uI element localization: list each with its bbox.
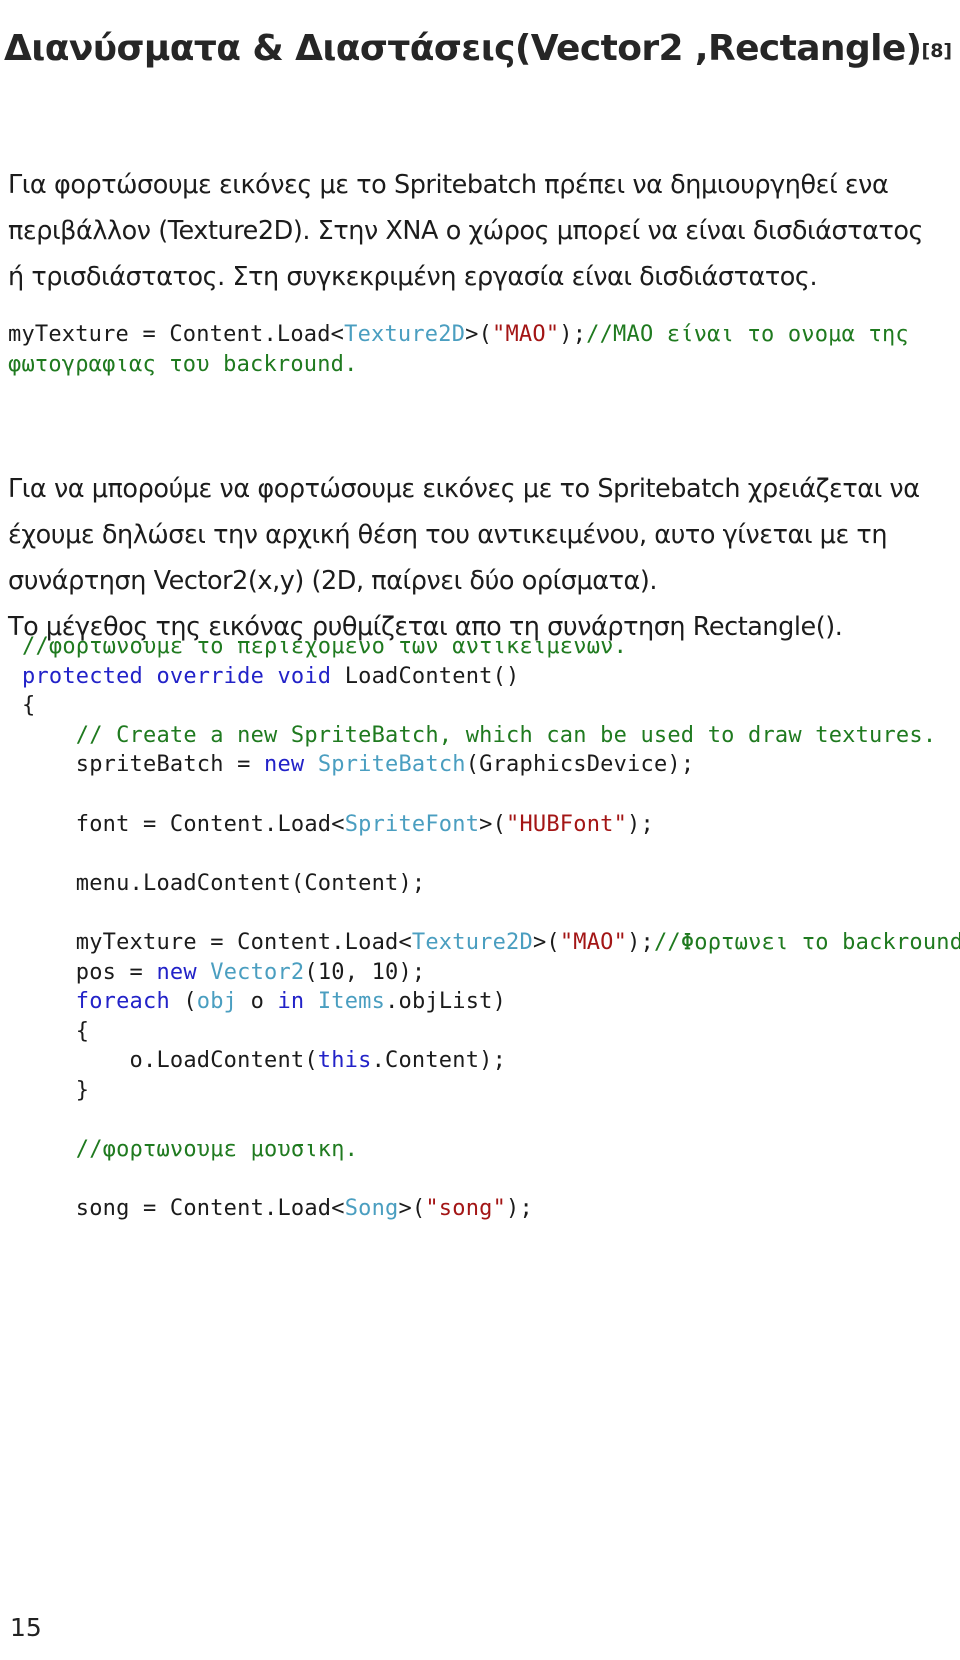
code-token-string: "MAO" — [492, 322, 560, 347]
code-token-plain: myTexture = Content.Load< — [8, 322, 345, 347]
paragraph-vector2: Για να μπορούμε να φορτώσουμε εικόνες με… — [8, 473, 920, 596]
code-line: { — [22, 691, 958, 721]
code-token-type: Texture2D — [411, 929, 533, 955]
code-token-plain: song = Content.Load< — [22, 1196, 345, 1222]
code-block-loadcontent: //φορτωνουμε το περιεχομενο των αντικειμ… — [22, 632, 960, 1224]
code-token-plain: ); — [627, 929, 654, 955]
page-number: 15 — [10, 1613, 42, 1642]
code-token-plain: myTexture = Content.Load< — [22, 929, 412, 955]
code-line: pos = new Vector2(10, 10); — [22, 958, 958, 988]
code-line: spriteBatch = new SpriteBatch(GraphicsDe… — [22, 750, 958, 780]
code-line: } — [22, 1076, 958, 1106]
code-token-keyword: protected override void — [22, 663, 332, 689]
code-token-type: Items — [317, 989, 386, 1015]
code-token-type: Song — [344, 1196, 399, 1222]
code-token-keyword: new — [156, 959, 197, 985]
code-token-plain: ); — [559, 322, 587, 347]
code-token-comment: //φορτωνουμε το περιεχομενο των αντικειμ… — [22, 634, 628, 659]
code-token-string: "song" — [425, 1196, 507, 1222]
code-token-comment: //Φορτωνει το backround. — [653, 929, 960, 955]
code-token-keyword: in — [277, 989, 305, 1015]
code-token-type: Texture2D — [344, 322, 466, 347]
code-token-type: SpriteBatch — [317, 752, 466, 778]
code-token-plain: .objList) — [385, 989, 507, 1015]
code-line: song = Content.Load<Song>("song"); — [22, 1194, 958, 1224]
code-token-plain: ); — [506, 1196, 533, 1222]
code-token-plain: o — [237, 989, 278, 1015]
code-token-plain: .Content); — [371, 1048, 507, 1074]
code-token-comment: //φορτωνουμε μουσικη. — [22, 1137, 359, 1163]
code-block-loadcontent-viewport: //φορτωνουμε το περιεχομενο των αντικειμ… — [0, 632, 960, 1224]
code-line: menu.LoadContent(Content); — [22, 869, 958, 899]
code-token-plain: (10, 10); — [304, 959, 426, 985]
code-token-plain: ( — [169, 989, 197, 1015]
code-line: font = Content.Load<SpriteFont>("HUBFont… — [22, 810, 958, 840]
code-line: o.LoadContent(this.Content); — [22, 1046, 958, 1076]
title-reference-marker: [8] — [921, 40, 953, 63]
code-token-keyword: foreach — [22, 989, 170, 1015]
code-block-inline: myTexture = Content.Load<Texture2D>("MAO… — [8, 320, 952, 379]
code-line: myTexture = Content.Load<Texture2D>("MAO… — [22, 928, 960, 958]
code-token-plain: >( — [479, 811, 507, 837]
code-token-plain: menu.LoadContent(Content); — [22, 870, 426, 896]
code-token-type: SpriteFont — [344, 811, 480, 837]
page-title-text: Διανύσματα & Διαστάσεις(Vector2 ,Rectang… — [4, 28, 922, 70]
code-token-string: "MAO" — [559, 929, 628, 955]
code-token-plain: pos = — [22, 959, 157, 985]
code-token-plain: (GraphicsDevice); — [465, 752, 695, 778]
code-token-keyword: this — [317, 1048, 372, 1074]
code-line: { — [22, 1017, 958, 1047]
paragraph-intro: Για φορτώσουμε εικόνες με το Spritebatch… — [8, 169, 924, 292]
code-token-plain: { — [22, 1018, 90, 1044]
code-token-plain: } — [22, 1077, 90, 1103]
code-line: // Create a new SpriteBatch, which can b… — [22, 721, 958, 751]
code-token-plain: >( — [398, 1196, 426, 1222]
code-token-plain: o.LoadContent( — [22, 1048, 318, 1074]
code-line: //φορτωνουμε το περιεχομενο των αντικειμ… — [22, 632, 958, 662]
code-token-plain: >( — [465, 322, 493, 347]
document-page: Διανύσματα & Διαστάσεις(Vector2 ,Rectang… — [0, 0, 960, 1660]
code-token-plain: font = Content.Load< — [22, 811, 345, 837]
code-token-plain: >( — [532, 929, 560, 955]
code-token-plain: { — [22, 693, 36, 719]
page-title: Διανύσματα & Διαστάσεις(Vector2 ,Rectang… — [4, 26, 952, 74]
code-token-keyword: new — [264, 752, 305, 778]
code-token-string: "HUBFont" — [506, 811, 628, 837]
code-line: foreach (obj o in Items.objList) — [22, 987, 958, 1017]
code-token-plain: ); — [627, 811, 654, 837]
code-token-plain: LoadContent() — [331, 663, 520, 689]
code-token-comment: // Create a new SpriteBatch, which can b… — [22, 722, 937, 748]
code-token-plain: spriteBatch = — [22, 752, 265, 778]
code-token-type: obj — [196, 989, 238, 1015]
code-line: //φορτωνουμε μουσικη. — [22, 1135, 958, 1165]
code-token-type: Vector2 — [210, 959, 305, 985]
code-line: protected override void LoadContent() — [22, 662, 958, 692]
